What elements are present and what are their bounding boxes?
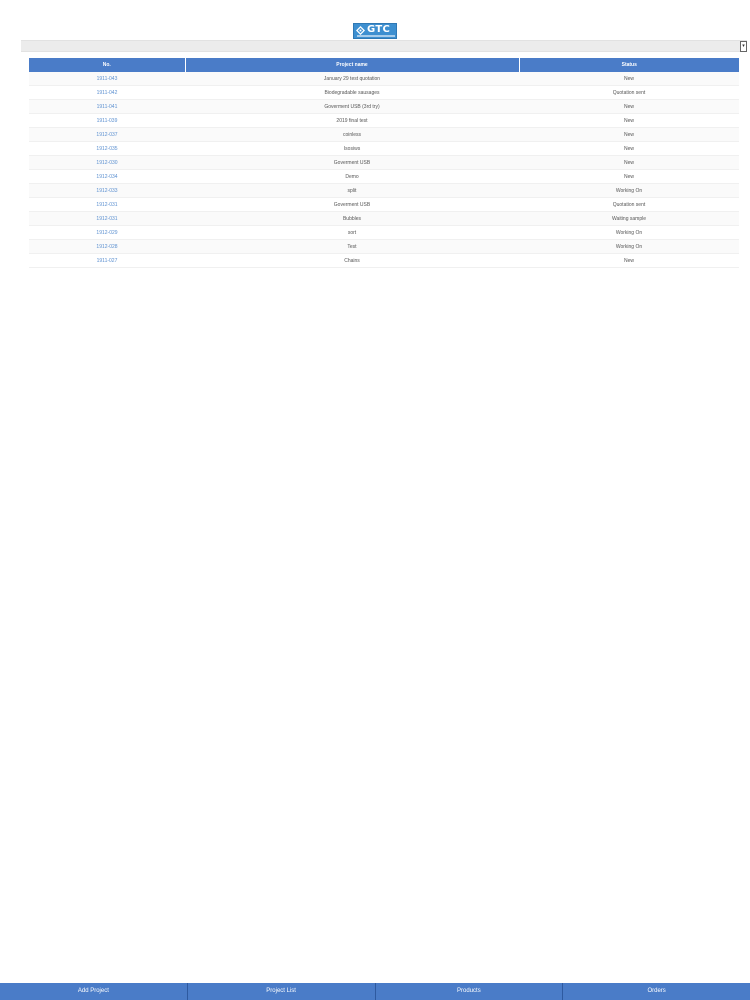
project-number-link[interactable]: 1912-035 xyxy=(96,146,117,152)
cell-project-name: coinless xyxy=(185,127,519,142)
table-row[interactable]: 1911-041 Goverment USB (3rd try) New xyxy=(29,99,739,114)
cell-status: Working On xyxy=(519,183,739,198)
cell-status: New xyxy=(519,253,739,268)
nav-add-project[interactable]: Add Project xyxy=(0,983,187,1000)
cell-status: Waiting sample xyxy=(519,211,739,226)
logo-tagline-bar xyxy=(357,35,395,37)
table-row[interactable]: 1912-035 Isosiws New xyxy=(29,141,739,156)
header-project-name[interactable]: Project name xyxy=(184,58,519,72)
header-status[interactable]: Status xyxy=(518,58,739,72)
cell-no: 1911-041 xyxy=(29,99,185,114)
cell-no: 1912-031 xyxy=(29,211,185,226)
nav-orders[interactable]: Orders xyxy=(562,983,750,1000)
cell-no: 1912-035 xyxy=(29,141,185,156)
project-table: No. Project name Status 1911-043 January… xyxy=(29,58,739,268)
cell-project-name: Demo xyxy=(185,169,519,184)
bottom-nav: Add Project Project List Products Orders xyxy=(0,983,750,1000)
gtc-logo-icon xyxy=(356,26,365,35)
gtc-logo[interactable]: GTC xyxy=(353,23,397,39)
project-number-link[interactable]: 1912-028 xyxy=(96,244,117,250)
project-number-link[interactable]: 1912-033 xyxy=(96,188,117,194)
project-number-link[interactable]: 1912-030 xyxy=(96,160,117,166)
project-number-link[interactable]: 1912-031 xyxy=(96,202,117,208)
cell-no: 1911-042 xyxy=(29,85,185,100)
cell-status: New xyxy=(519,155,739,170)
caret-down-icon[interactable]: ▾ xyxy=(740,41,747,52)
table-header-row: No. Project name Status xyxy=(29,58,739,72)
cell-project-name: Goverment USB xyxy=(185,155,519,170)
cell-status: New xyxy=(519,113,739,128)
project-number-link[interactable]: 1911-042 xyxy=(97,90,118,96)
table-row[interactable]: 1912-028 Test Working On xyxy=(29,239,739,254)
table-row[interactable]: 1911-027 Chains New xyxy=(29,253,739,268)
table-row[interactable]: 1911-043 January 29 test quotation New xyxy=(29,72,739,86)
cell-project-name: split xyxy=(185,183,519,198)
cell-status: New xyxy=(519,141,739,156)
cell-status: New xyxy=(519,99,739,114)
table-row[interactable]: 1912-030 Goverment USB New xyxy=(29,155,739,170)
nav-products[interactable]: Products xyxy=(374,983,563,1000)
cell-status: Working On xyxy=(519,239,739,254)
cell-project-name: Isosiws xyxy=(185,141,519,156)
table-row[interactable]: 1911-039 2019 final test New xyxy=(29,113,739,128)
cell-no: 1912-028 xyxy=(29,239,185,254)
cell-no: 1911-043 xyxy=(29,72,185,86)
table-row[interactable]: 1912-029 sort Working On xyxy=(29,225,739,240)
cell-status: Working On xyxy=(519,225,739,240)
cell-project-name: Goverment USB (3rd try) xyxy=(185,99,519,114)
table-row[interactable]: 1912-037 coinless New xyxy=(29,127,739,142)
cell-no: 1911-027 xyxy=(29,253,185,268)
cell-status: New xyxy=(519,169,739,184)
table-row[interactable]: 1912-031 Goverment USB Quotation sent xyxy=(29,197,739,212)
nav-project-list[interactable]: Project List xyxy=(186,983,375,1000)
cell-no: 1912-037 xyxy=(29,127,185,142)
cell-no: 1912-030 xyxy=(29,155,185,170)
project-number-link[interactable]: 1912-034 xyxy=(96,174,117,180)
header-no[interactable]: No. xyxy=(29,58,185,72)
project-number-link[interactable]: 1911-027 xyxy=(97,258,118,264)
table-row[interactable]: 1912-033 split Working On xyxy=(29,183,739,198)
cell-project-name: sort xyxy=(185,225,519,240)
table-row[interactable]: 1912-034 Demo New xyxy=(29,169,739,184)
cell-project-name: January 29 test quotation xyxy=(185,72,519,86)
top-toolbar: ▾ xyxy=(21,40,747,52)
cell-project-name: Goverment USB xyxy=(185,197,519,212)
cell-status: Quotation sent xyxy=(519,85,739,100)
cell-project-name: 2019 final test xyxy=(185,113,519,128)
project-number-link[interactable]: 1912-031 xyxy=(96,216,117,222)
cell-no: 1912-031 xyxy=(29,197,185,212)
project-number-link[interactable]: 1911-041 xyxy=(97,104,118,110)
cell-project-name: Test xyxy=(185,239,519,254)
cell-project-name: Biodegradable sausages xyxy=(185,85,519,100)
cell-status: New xyxy=(519,72,739,86)
project-number-link[interactable]: 1912-029 xyxy=(96,230,117,236)
project-number-link[interactable]: 1912-037 xyxy=(96,132,117,138)
project-number-link[interactable]: 1911-043 xyxy=(97,76,118,82)
cell-no: 1912-029 xyxy=(29,225,185,240)
table-body: 1911-043 January 29 test quotation New 1… xyxy=(29,72,739,268)
table-row[interactable]: 1912-031 Bubbles Waiting sample xyxy=(29,211,739,226)
project-number-link[interactable]: 1911-039 xyxy=(97,118,118,124)
cell-no: 1911-039 xyxy=(29,113,185,128)
cell-status: Quotation sent xyxy=(519,197,739,212)
table-row[interactable]: 1911-042 Biodegradable sausages Quotatio… xyxy=(29,85,739,100)
cell-status: New xyxy=(519,127,739,142)
cell-no: 1912-033 xyxy=(29,183,185,198)
cell-project-name: Chains xyxy=(185,253,519,268)
cell-project-name: Bubbles xyxy=(185,211,519,226)
cell-no: 1912-034 xyxy=(29,169,185,184)
